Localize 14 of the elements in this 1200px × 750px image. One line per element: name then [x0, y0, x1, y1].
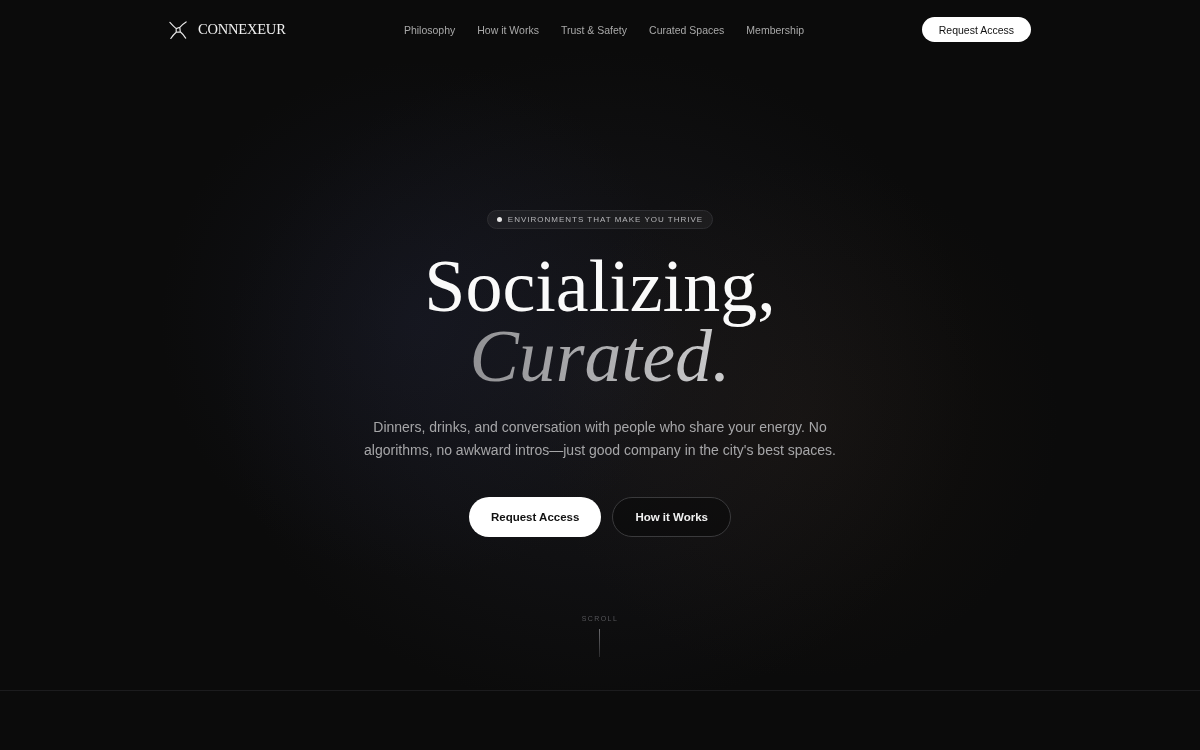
request-access-button[interactable]: Request Access	[468, 497, 602, 537]
how-it-works-button[interactable]: How it Works	[612, 497, 732, 537]
nav-link[interactable]: How it Works	[477, 23, 539, 36]
vertical-line-icon	[599, 629, 601, 657]
nav-link[interactable]: Membership	[746, 23, 805, 36]
nav-link[interactable]: Curated Spaces	[649, 23, 725, 36]
nav-link[interactable]: Philosophy	[403, 23, 456, 36]
star-logo-icon	[169, 20, 187, 39]
hero-description: Dinners, drinks, and conversation with people who share your energy. No algorithms, no awkward intros—just good company in the city's best spaces.	[363, 418, 837, 460]
tagline-text: ENVIRONMENTS THAT MAKE YOU THRIVE	[507, 215, 704, 224]
nav-link[interactable]: Trust & Safety	[560, 23, 628, 36]
brand-name: CONNEXEUR	[198, 21, 286, 38]
request-access-button[interactable]: Request Access	[921, 17, 1031, 42]
dot-icon	[496, 217, 502, 222]
